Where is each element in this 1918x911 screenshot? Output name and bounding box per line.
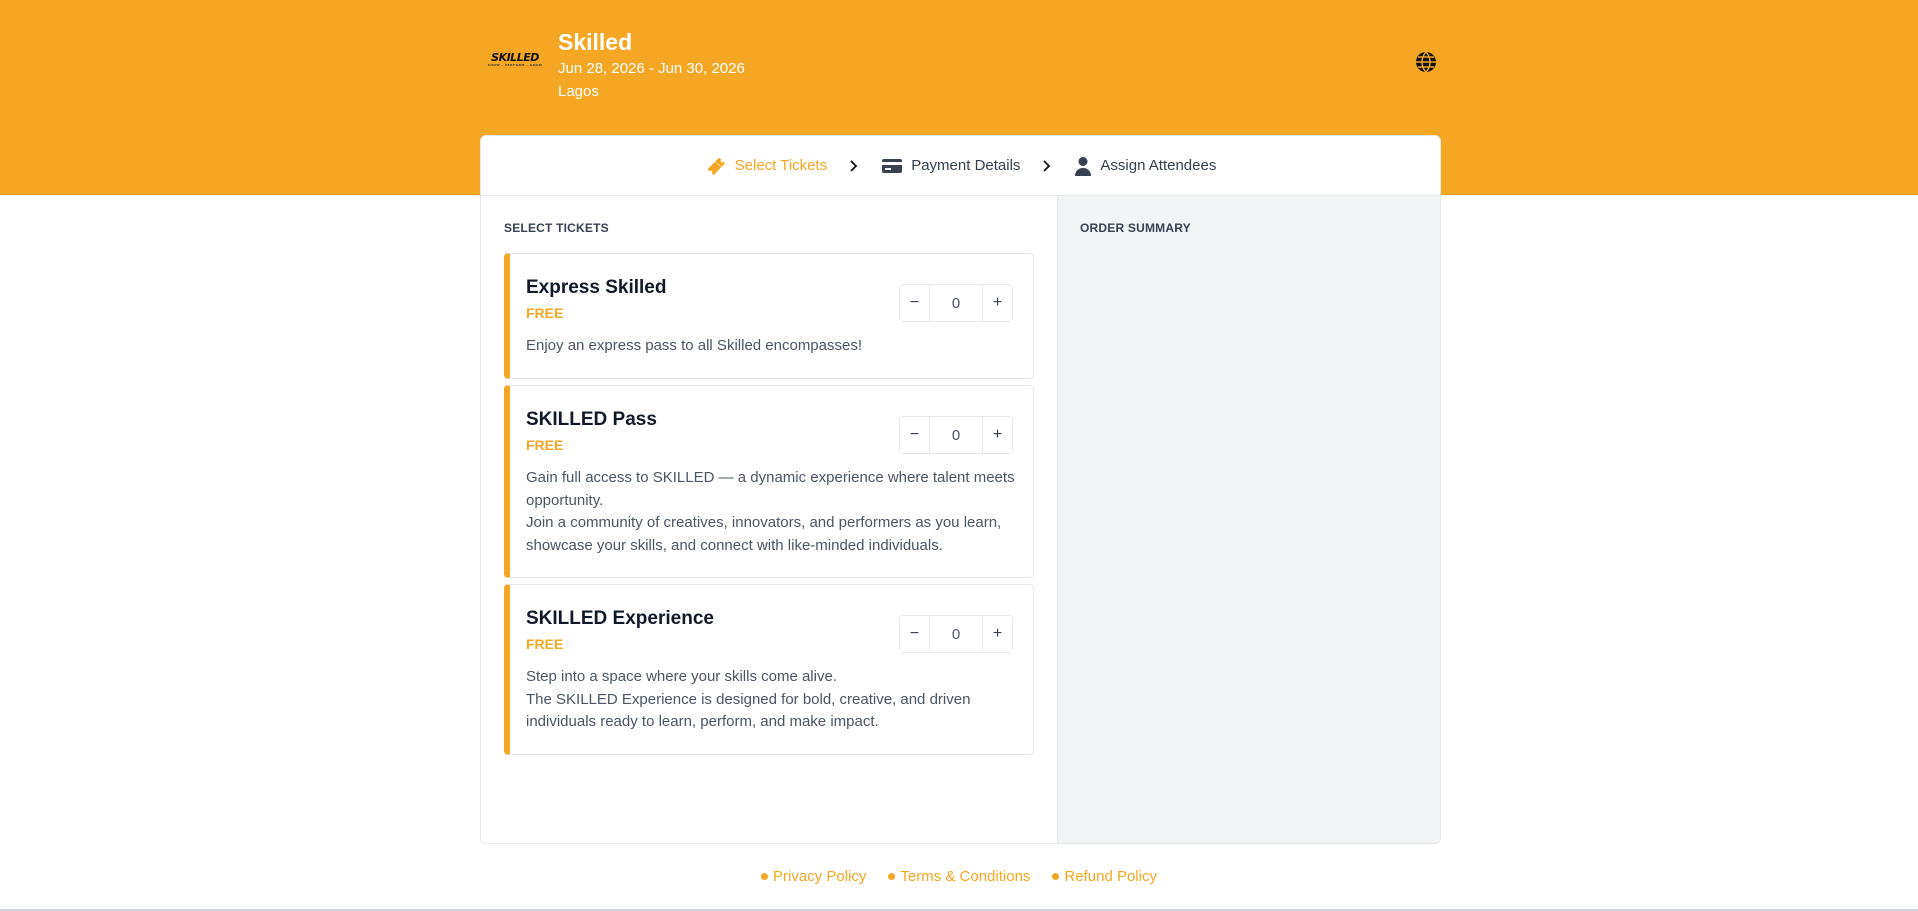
checkout-card: Select Tickets Payment Details Assign At… bbox=[480, 135, 1441, 844]
ticket-name: SKILLED Pass bbox=[526, 409, 657, 430]
language-globe-icon[interactable] bbox=[1414, 50, 1438, 74]
ticket-icon bbox=[707, 157, 725, 175]
ticket-card-express-skilled: Express Skilled FREE − 0 + Enjoy an expr… bbox=[504, 253, 1034, 379]
ticket-price: FREE bbox=[526, 636, 564, 652]
quantity-value[interactable]: 0 bbox=[929, 616, 983, 652]
increase-quantity-button[interactable]: + bbox=[983, 285, 1012, 321]
event-location: Lagos bbox=[558, 83, 599, 100]
event-dates: Jun 28, 2026 - Jun 30, 2026 bbox=[558, 60, 745, 77]
step-payment-details[interactable]: Payment Details bbox=[881, 157, 1020, 175]
credit-card-icon bbox=[882, 158, 903, 173]
event-title: Skilled bbox=[558, 29, 633, 55]
decrease-quantity-button[interactable]: − bbox=[900, 616, 929, 652]
quantity-value[interactable]: 0 bbox=[929, 285, 983, 321]
select-tickets-heading: SELECT TICKETS bbox=[504, 221, 609, 235]
ticket-card-skilled-pass: SKILLED Pass FREE − 0 + Gain full access… bbox=[504, 385, 1034, 578]
select-tickets-panel: SELECT TICKETS Express Skilled FREE − 0 … bbox=[481, 196, 1057, 843]
quantity-stepper: − 0 + bbox=[899, 284, 1013, 322]
bullet-dot bbox=[1052, 872, 1060, 880]
quantity-value[interactable]: 0 bbox=[929, 417, 983, 453]
ticket-price: FREE bbox=[526, 305, 564, 321]
step-select-tickets[interactable]: Select Tickets bbox=[705, 155, 827, 177]
order-summary-panel: ORDER SUMMARY bbox=[1057, 196, 1440, 843]
user-icon bbox=[1075, 156, 1092, 176]
chevron-right-icon bbox=[850, 159, 858, 172]
ticket-description: Gain full access to SKILLED — a dynamic … bbox=[526, 469, 1015, 554]
quantity-stepper: − 0 + bbox=[899, 615, 1013, 653]
ticket-price: FREE bbox=[526, 437, 564, 453]
refund-policy-link[interactable]: Refund Policy bbox=[1052, 866, 1157, 886]
increase-quantity-button[interactable]: + bbox=[983, 616, 1012, 652]
event-header: SKILLED SHOW · PERFORM · GROW Skilled Ju… bbox=[480, 22, 1440, 112]
event-logo: SKILLED SHOW · PERFORM · GROW bbox=[487, 51, 543, 67]
privacy-policy-link[interactable]: Privacy Policy bbox=[761, 866, 866, 886]
step-assign-attendees[interactable]: Assign Attendees bbox=[1074, 156, 1216, 176]
ticket-name: SKILLED Experience bbox=[526, 608, 714, 629]
ticket-name: Express Skilled bbox=[526, 277, 667, 298]
ticket-description: Enjoy an express pass to all Skilled enc… bbox=[526, 337, 863, 354]
quantity-stepper: − 0 + bbox=[899, 416, 1013, 454]
decrease-quantity-button[interactable]: − bbox=[900, 417, 929, 453]
ticket-description: Step into a space where your skills come… bbox=[526, 668, 971, 730]
increase-quantity-button[interactable]: + bbox=[983, 417, 1012, 453]
ticket-card-skilled-experience: SKILLED Experience FREE − 0 + Step into … bbox=[504, 584, 1034, 755]
bullet-dot bbox=[888, 872, 896, 880]
footer-links: Privacy Policy Terms & Conditions Refund… bbox=[0, 866, 1918, 886]
terms-conditions-link[interactable]: Terms & Conditions bbox=[888, 866, 1030, 886]
bullet-dot bbox=[761, 872, 768, 880]
decrease-quantity-button[interactable]: − bbox=[900, 285, 929, 321]
order-summary-heading: ORDER SUMMARY bbox=[1080, 221, 1191, 235]
checkout-stepper: Select Tickets Payment Details Assign At… bbox=[481, 136, 1440, 196]
chevron-right-icon bbox=[1043, 159, 1051, 172]
